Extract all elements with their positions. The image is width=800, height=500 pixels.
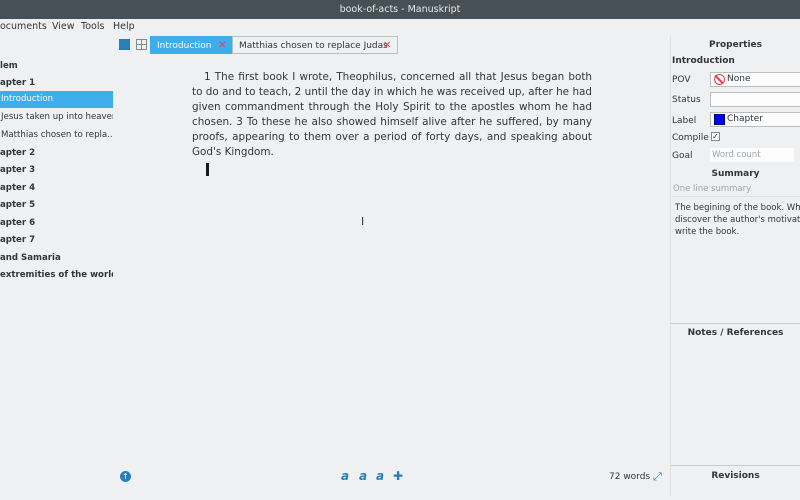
tree-item-extremities[interactable]: extremities of the world (0, 267, 113, 284)
properties-header[interactable]: Properties (671, 40, 800, 50)
menu-view[interactable]: View (52, 21, 75, 32)
tree-item-chapter-6[interactable]: apter 6 (0, 215, 113, 232)
text-cursor (206, 163, 209, 176)
compile-label: Compile (672, 133, 709, 143)
pov-value: None (727, 74, 751, 84)
editor-tab-bar: Introduction ✕ Matthias chosen to replac… (115, 36, 670, 54)
label-select[interactable]: Chapter (710, 112, 800, 127)
summary-header[interactable]: Summary (671, 169, 800, 179)
tab-close-icon[interactable]: ✕ (383, 37, 391, 55)
goal-label: Goal (672, 151, 693, 161)
text-editor[interactable]: 1 The first book I wrote, Theophilus, co… (192, 70, 592, 160)
summary-line: The begining of the book. Whe (675, 203, 800, 213)
divider[interactable] (671, 323, 800, 324)
tab-label: Introduction (157, 41, 212, 51)
notes-header[interactable]: Notes / References (671, 328, 800, 338)
tree-item-samaria[interactable]: and Samaria (0, 250, 113, 267)
item-title: Introduction (672, 56, 735, 66)
label-value: Chapter (727, 114, 763, 124)
tree-item-chapter-7[interactable]: apter 7 (0, 232, 113, 249)
fullscreen-icon[interactable]: ⤢ (653, 470, 662, 484)
divider[interactable] (671, 465, 800, 466)
format-underline-icon[interactable]: a (376, 469, 384, 483)
tab-label: Matthias chosen to replace Judas (239, 41, 388, 51)
ibeam-cursor-icon: I (361, 215, 365, 228)
pov-label: POV (672, 75, 691, 85)
format-bold-icon[interactable]: a (341, 469, 349, 483)
properties-panel: Properties Introduction POV None Status … (671, 36, 800, 500)
menu-tools[interactable]: Tools (81, 21, 104, 32)
tree-item-jesus-taken-up[interactable]: Jesus taken up into heaven (0, 109, 113, 126)
revisions-header[interactable]: Revisions (671, 471, 800, 481)
format-italic-icon[interactable]: a (359, 469, 367, 483)
summary-line: write the book. (675, 227, 740, 237)
go-up-icon[interactable]: ↑ (120, 471, 131, 482)
text-view-icon[interactable] (119, 39, 130, 50)
tree-item-introduction[interactable]: Introduction (0, 91, 113, 108)
goal-input[interactable]: Word count (710, 148, 794, 162)
tree-item-chapter-1[interactable]: apter 1 (0, 75, 113, 92)
pov-select[interactable]: None (710, 72, 800, 87)
outline-tree: lem apter 1 Introduction Jesus taken up … (0, 55, 113, 455)
tree-item-chapter-5[interactable]: apter 5 (0, 197, 113, 214)
menu-documents[interactable]: ocuments (0, 21, 47, 32)
word-count: 72 words (609, 472, 651, 482)
summary-line: discover the author's motivatio (675, 215, 800, 225)
none-icon (714, 74, 725, 85)
label-label: Label (672, 116, 697, 126)
tree-item-chapter-2[interactable]: apter 2 (0, 145, 113, 162)
window-title: book-of-acts - Manuskript (0, 0, 800, 19)
tree-item-chapter-4[interactable]: apter 4 (0, 180, 113, 197)
menu-bar: ocuments View Tools Help (0, 19, 800, 36)
tab-close-icon[interactable]: ✕ (218, 37, 226, 55)
menu-help[interactable]: Help (113, 21, 135, 32)
tab-introduction[interactable]: Introduction ✕ (150, 36, 232, 54)
tree-item-chapter-3[interactable]: apter 3 (0, 162, 113, 179)
summary-text[interactable]: The begining of the book. Whe discover t… (675, 202, 800, 238)
tab-matthias[interactable]: Matthias chosen to replace Judas ✕ (232, 36, 398, 54)
format-style-icon[interactable]: ✚ (393, 469, 403, 483)
corkboard-view-icon[interactable] (136, 39, 147, 50)
tree-item-matthias[interactable]: Matthias chosen to repla... (0, 127, 113, 144)
status-label: Status (672, 95, 701, 105)
status-select[interactable] (710, 92, 800, 107)
compile-checkbox[interactable]: ✓ (711, 132, 720, 141)
summary-line-input[interactable]: One line summary (672, 184, 800, 197)
label-color-swatch (714, 114, 725, 125)
tree-item-part[interactable]: lem (0, 58, 113, 75)
